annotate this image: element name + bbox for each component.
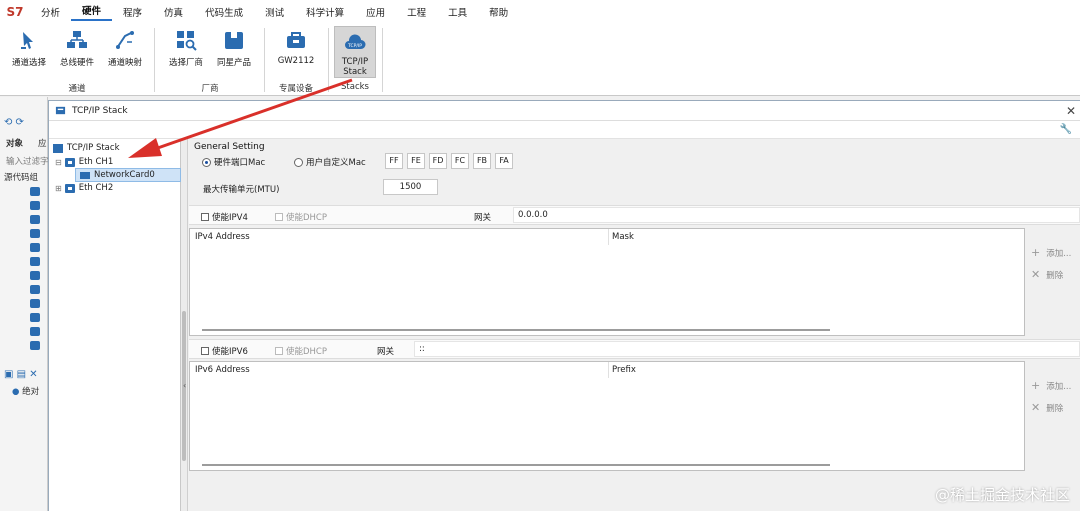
annotation-arrow xyxy=(128,78,353,158)
watermark: @稀土掘金技术社区 xyxy=(934,486,1070,504)
